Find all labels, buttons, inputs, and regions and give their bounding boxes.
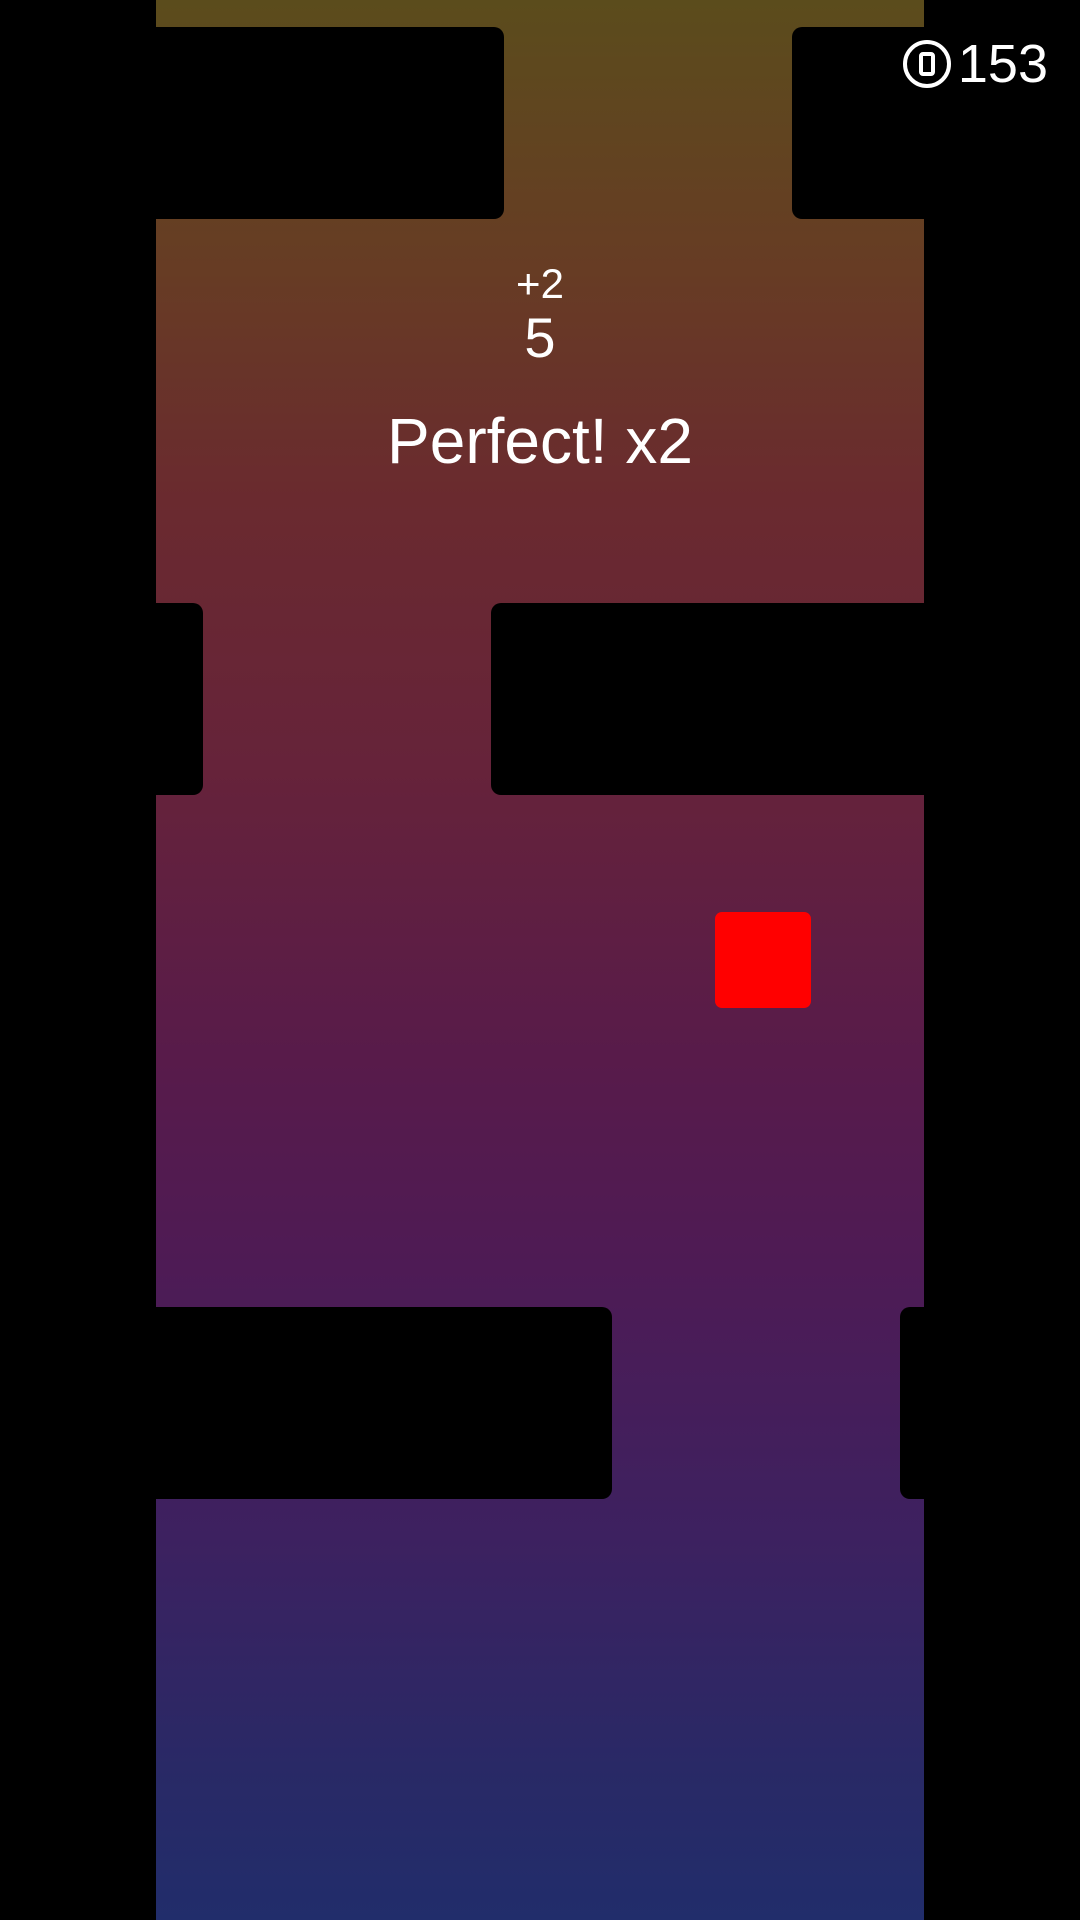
obstacle-block (120, 27, 504, 219)
coin-icon (902, 40, 951, 88)
coin-counter: 153 (902, 36, 1048, 92)
player-square (715, 912, 811, 1008)
score-counter: 5 (524, 306, 556, 369)
obstacle-block (900, 1307, 1000, 1499)
perfect-feedback-text: Perfect! x2 (387, 405, 693, 477)
obstacle-block (120, 1307, 612, 1499)
coin-count: 153 (957, 34, 1048, 94)
game-stage[interactable]: +2 5 Perfect! x2 153 (0, 0, 1080, 1920)
obstacle-block (491, 603, 971, 795)
obstacle-block (100, 603, 203, 795)
combo-bonus-text: +2 (516, 260, 564, 307)
